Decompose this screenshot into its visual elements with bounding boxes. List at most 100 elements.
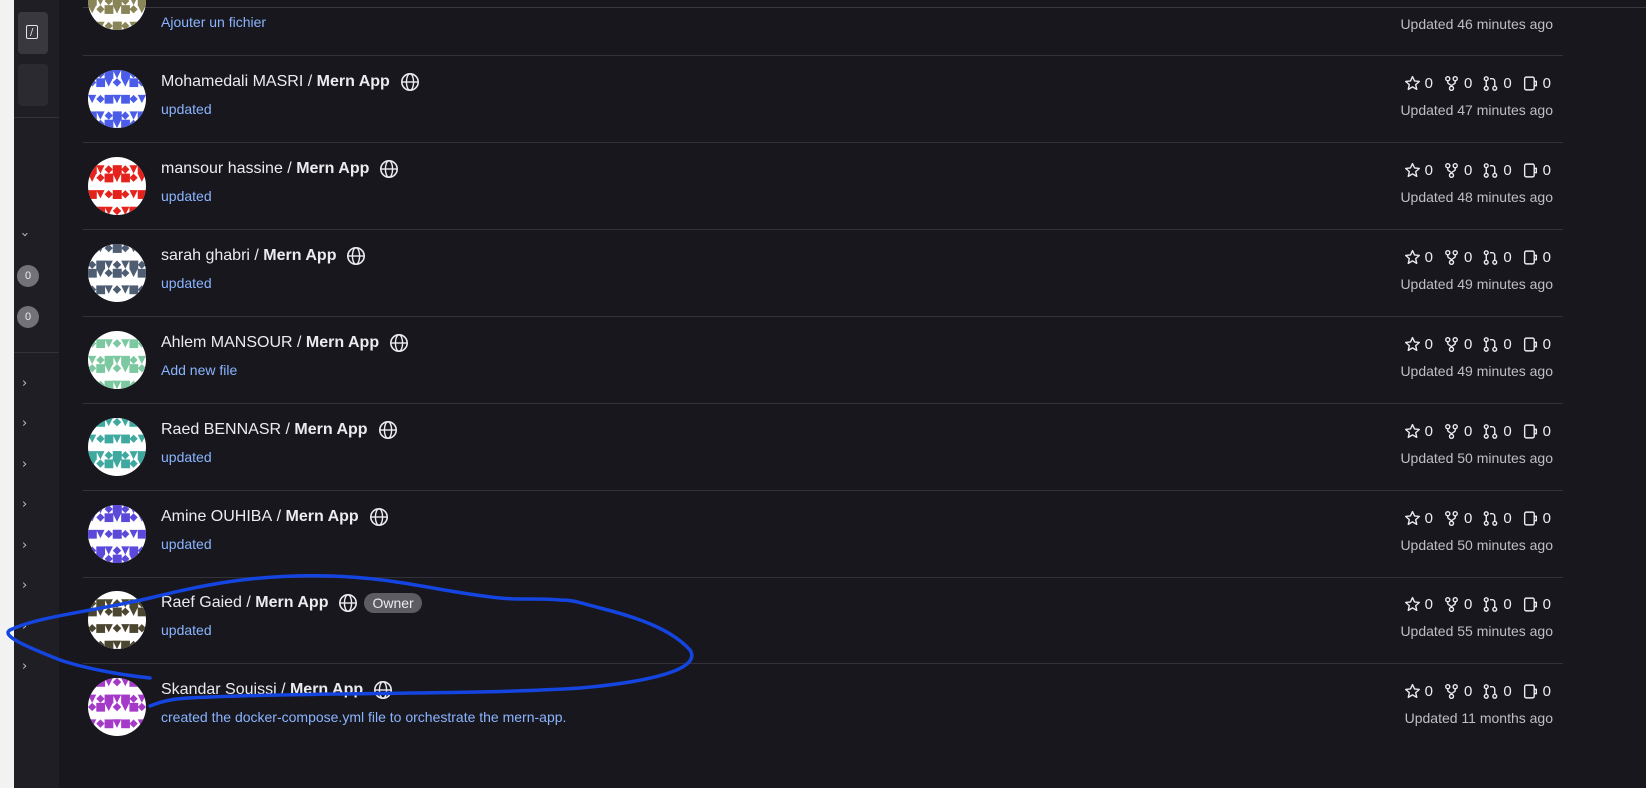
project-description[interactable]: updated [161,622,212,638]
chevron-right-icon[interactable]: › [22,659,27,674]
merge-requests-stat[interactable]: 0 [1482,249,1512,266]
project-description[interactable]: created the docker-compose.yml file to o… [161,709,566,725]
project-avatar[interactable] [88,70,146,128]
project-name[interactable]: Mern App [296,160,369,178]
forks-stat[interactable]: 0 [1443,423,1472,440]
project-description[interactable]: updated [161,449,212,465]
project-name[interactable]: Mern App [285,508,358,526]
stars-stat[interactable]: 0 [1404,75,1433,92]
project-owner[interactable]: mansour hassine [161,160,283,178]
merge-requests-stat[interactable]: 0 [1482,510,1512,527]
project-title[interactable]: Mohamedali MASRI / Mern App [161,72,420,92]
merge-requests-count: 0 [1503,75,1512,92]
stars-stat[interactable]: 0 [1404,596,1433,613]
merge-request-icon [1482,683,1499,700]
issues-stat[interactable]: 0 [1522,162,1551,179]
project-row[interactable]: Mohamedali MASRI / Mern App updated 0 0 … [83,56,1563,143]
sidebar-button[interactable] [18,64,48,106]
merge-requests-stat[interactable]: 0 [1482,336,1512,353]
project-owner[interactable]: Amine OUHIBA [161,508,272,526]
issues-stat[interactable]: 0 [1522,510,1551,527]
globe-icon [378,420,398,440]
project-avatar[interactable] [88,157,146,215]
project-title[interactable]: mansour hassine / Mern App [161,159,399,179]
project-row[interactable]: Raef Gaied / Mern App Owner updated 0 0 … [83,577,1563,664]
chevron-right-icon[interactable]: › [22,416,27,431]
project-description[interactable]: updated [161,101,212,117]
forks-stat[interactable]: 0 [1443,249,1472,266]
project-avatar[interactable] [88,331,146,389]
project-row[interactable]: mansour hassine / Mern App updated 0 0 0… [83,143,1563,230]
chevron-right-icon[interactable]: › [22,578,27,593]
project-name[interactable]: Mern App [255,594,328,612]
chevron-right-icon[interactable]: › [22,538,27,553]
forks-stat[interactable]: 0 [1443,596,1472,613]
forks-stat[interactable]: 0 [1443,336,1472,353]
forks-stat[interactable]: 0 [1443,683,1472,700]
slash-icon: / [26,25,38,39]
project-avatar[interactable] [88,0,146,30]
project-avatar[interactable] [88,244,146,302]
project-name[interactable]: Mern App [263,247,336,265]
issues-stat[interactable]: 0 [1522,596,1551,613]
project-owner[interactable]: Mohamedali MASRI [161,73,303,91]
project-title[interactable]: sarah ghabri / Mern App [161,246,366,266]
chevron-right-icon[interactable]: › [22,619,27,634]
sidebar-toggle-button[interactable]: / [18,12,48,54]
project-row[interactable]: Amine OUHIBA / Mern App updated 0 0 0 0 … [83,491,1563,578]
fork-icon [1443,683,1460,700]
merge-requests-stat[interactable]: 0 [1482,596,1512,613]
project-name[interactable]: Mern App [290,681,363,699]
chevron-down-icon[interactable]: › [17,232,32,237]
merge-requests-stat[interactable]: 0 [1482,162,1512,179]
project-row-partial[interactable]: Ajouter un fichier Updated 46 minutes ag… [83,0,1563,56]
issues-stat[interactable]: 0 [1522,336,1551,353]
issues-stat[interactable]: 0 [1522,423,1551,440]
project-title[interactable]: Amine OUHIBA / Mern App [161,507,389,527]
project-owner[interactable]: Raed BENNASR [161,421,281,439]
stars-stat[interactable]: 0 [1404,510,1433,527]
merge-requests-stat[interactable]: 0 [1482,75,1512,92]
project-name[interactable]: Mern App [317,73,390,91]
issues-stat[interactable]: 0 [1522,75,1551,92]
project-description[interactable]: updated [161,536,212,552]
project-description[interactable]: Ajouter un fichier [161,14,266,30]
project-description[interactable]: updated [161,188,212,204]
forks-count: 0 [1463,510,1473,527]
project-title[interactable]: Raed BENNASR / Mern App [161,420,398,440]
project-row[interactable]: Raed BENNASR / Mern App updated 0 0 0 0 … [83,404,1563,491]
project-avatar[interactable] [88,418,146,476]
project-owner[interactable]: Raef Gaied [161,594,242,612]
chevron-right-icon[interactable]: › [22,376,27,391]
project-row[interactable]: sarah ghabri / Mern App updated 0 0 0 0 … [83,230,1563,317]
project-name[interactable]: Mern App [294,421,367,439]
forks-stat[interactable]: 0 [1443,162,1472,179]
stars-stat[interactable]: 0 [1404,249,1433,266]
project-avatar[interactable] [88,678,146,736]
project-title[interactable]: Ahlem MANSOUR / Mern App [161,333,409,353]
project-title[interactable]: Raef Gaied / Mern App Owner [161,593,422,613]
merge-requests-stat[interactable]: 0 [1482,683,1512,700]
chevron-right-icon[interactable]: › [22,457,27,472]
project-avatar[interactable] [88,505,146,563]
stars-stat[interactable]: 0 [1404,162,1433,179]
project-title[interactable]: Skandar Souissi / Mern App [161,680,393,700]
chevron-right-icon[interactable]: › [22,497,27,512]
stars-stat[interactable]: 0 [1404,423,1433,440]
project-row[interactable]: Ahlem MANSOUR / Mern App Add new file 0 … [83,317,1563,404]
forks-stat[interactable]: 0 [1443,510,1472,527]
project-name[interactable]: Mern App [306,334,379,352]
stars-stat[interactable]: 0 [1404,336,1433,353]
forks-stat[interactable]: 0 [1443,75,1472,92]
issues-stat[interactable]: 0 [1522,683,1551,700]
project-description[interactable]: Add new file [161,362,237,378]
project-owner[interactable]: Ahlem MANSOUR [161,334,293,352]
project-owner[interactable]: sarah ghabri [161,247,250,265]
project-description[interactable]: updated [161,275,212,291]
merge-requests-stat[interactable]: 0 [1482,423,1512,440]
issues-stat[interactable]: 0 [1522,249,1551,266]
stars-stat[interactable]: 0 [1404,683,1433,700]
project-row[interactable]: Skandar Souissi / Mern App created the d… [83,664,1563,751]
project-owner[interactable]: Skandar Souissi [161,681,277,699]
project-avatar[interactable] [88,591,146,649]
